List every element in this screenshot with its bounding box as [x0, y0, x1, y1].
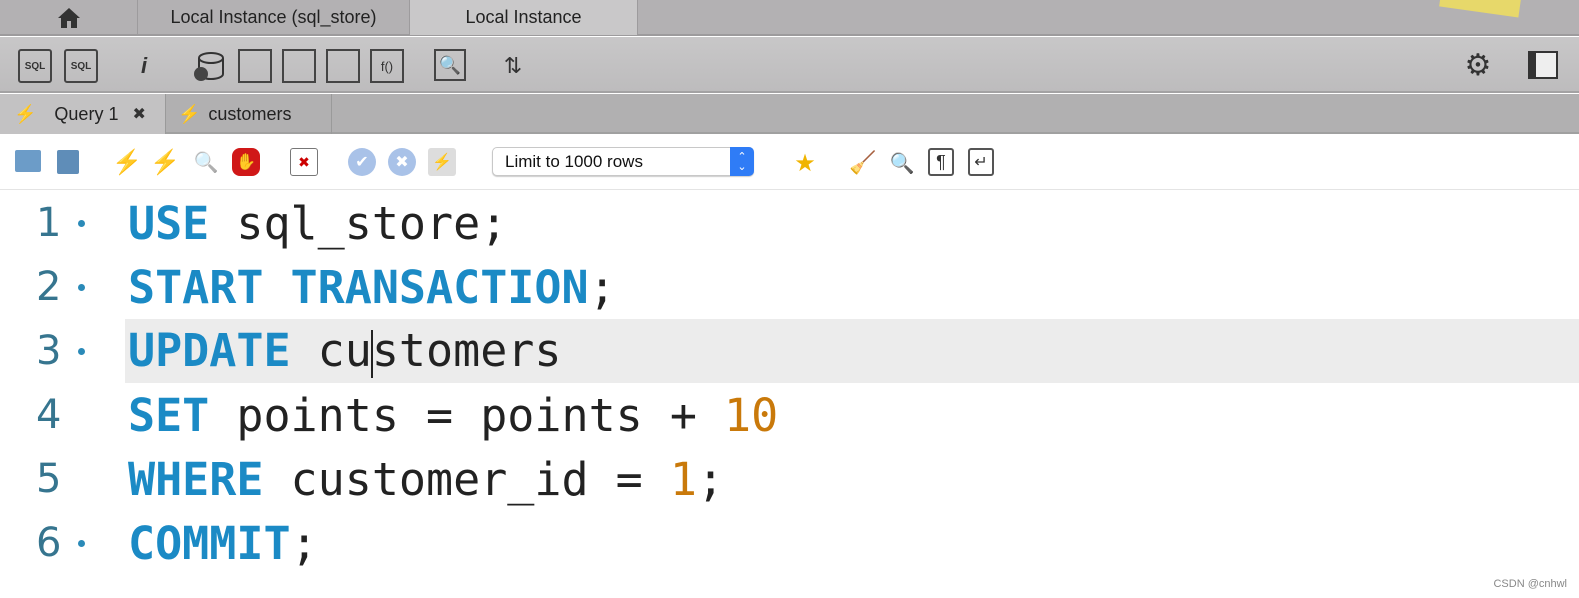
line-number: 5 [36, 456, 62, 502]
identifier: sql_store; [209, 196, 508, 250]
preferences-gear-icon[interactable]: ⚙ [1462, 49, 1494, 82]
keyword: SET [128, 388, 210, 442]
identifier: cu [290, 324, 372, 377]
explain-icon[interactable]: 🔍 [192, 148, 220, 176]
limit-rows-value: Limit to 1000 rows [505, 151, 643, 171]
lightning-icon: ⚡ [178, 103, 201, 124]
identifier: stomers [371, 324, 562, 377]
search-table-data-icon[interactable]: 🔍 [434, 49, 466, 81]
statement-dot [78, 219, 85, 227]
line-number: 4 [36, 392, 62, 438]
home-tab[interactable] [0, 0, 138, 35]
tab-label: customers [208, 103, 292, 124]
open-sql-file-icon[interactable]: SQL [64, 49, 98, 83]
punctuation: ; [696, 452, 725, 506]
identifier: points = points + [209, 388, 725, 442]
beautify-broom-icon[interactable]: 🧹 [848, 148, 878, 178]
open-folder-icon[interactable] [15, 150, 41, 172]
line-number: 1 [36, 200, 62, 246]
statement-dot [78, 539, 85, 547]
new-sql-tab-icon[interactable]: SQL [18, 49, 52, 83]
code-line: 3 UPDATE customers [0, 319, 1579, 383]
punctuation: ; [290, 516, 318, 570]
line-number: 2 [36, 264, 62, 310]
keyword: START TRANSACTION [128, 260, 589, 314]
keyword: WHERE [128, 452, 264, 506]
chevron-up-down-icon: ⌃ ⌄ [730, 147, 754, 176]
create-procedure-icon[interactable] [326, 49, 360, 83]
code-text: WHERE customer_id = 1; [128, 453, 724, 506]
execute-current-icon[interactable]: ⚡ [150, 148, 180, 176]
commit-icon[interactable]: ✔ [348, 148, 376, 176]
create-table-icon[interactable] [238, 49, 272, 83]
keyword: UPDATE [128, 324, 291, 377]
inspector-icon[interactable]: i [128, 49, 160, 83]
home-icon [57, 7, 80, 28]
code-line: 2 START TRANSACTION; [0, 255, 1579, 319]
lightning-icon: ⚡ [14, 103, 37, 124]
watermark: CSDN @cnhwl [1493, 578, 1567, 590]
tab-label: Query 1 [54, 103, 119, 124]
number-literal: 10 [724, 388, 779, 442]
execute-icon[interactable]: ⚡ [112, 148, 142, 176]
tab-customers[interactable]: ⚡ customers [166, 94, 332, 134]
sticker-overlay [1439, 0, 1521, 18]
reconnect-icon[interactable]: ⇅ [496, 49, 530, 83]
statement-dot [78, 347, 85, 355]
code-text: START TRANSACTION; [128, 261, 616, 314]
keyword: USE [128, 196, 210, 250]
code-text: USE sql_store; [128, 197, 507, 250]
statement-dot [78, 283, 85, 291]
line-number: 6 [36, 520, 62, 566]
invisible-chars-icon[interactable]: ¶ [928, 148, 954, 176]
tab-query-1[interactable]: ⚡ Query 1 ✖ [0, 94, 166, 134]
punctuation: ; [588, 260, 616, 314]
number-literal: 1 [669, 452, 697, 506]
create-schema-icon[interactable] [192, 49, 226, 83]
sql-editor[interactable]: 1 USE sql_store; 2 START TRANSACTION; 3 … [0, 191, 1579, 598]
line-number: 3 [36, 328, 62, 374]
word-wrap-icon[interactable]: ↵ [968, 148, 994, 176]
tab-local-instance-sql-store[interactable]: Local Instance (sql_store) [138, 0, 410, 35]
keyword: COMMIT [128, 516, 291, 570]
tab-local-instance[interactable]: Local Instance [410, 0, 638, 35]
query-tab-bar: ⚡ Query 1 ✖ ⚡ customers [0, 94, 1579, 134]
create-view-icon[interactable] [282, 49, 316, 83]
limit-rows-select[interactable]: Limit to 1000 rows ⌃ ⌄ [492, 147, 754, 176]
code-line: 4 SET points = points + 10 [0, 383, 1579, 447]
close-tab-icon[interactable]: ✖ [132, 104, 145, 124]
save-icon[interactable] [57, 150, 79, 174]
editor-toolbar: ⚡ ⚡ 🔍 ✋ ✖ ✔ ✖ ⚡ Limit to 1000 rows ⌃ ⌄ ★ … [0, 136, 1579, 190]
stop-icon[interactable]: ✋ [232, 148, 260, 176]
find-replace-icon[interactable]: 🔍 [888, 148, 916, 178]
code-text: COMMIT; [128, 517, 318, 570]
stop-on-error-icon[interactable]: ✖ [290, 148, 318, 176]
autocommit-icon[interactable]: ⚡ [428, 148, 456, 176]
code-line: 6 COMMIT; [0, 511, 1579, 575]
code-line: 5 WHERE customer_id = 1; [0, 447, 1579, 511]
window-tab-bar: Local Instance (sql_store) Local Instanc… [0, 0, 1579, 36]
toggle-sidebar-icon[interactable] [1528, 51, 1558, 79]
code-text: UPDATE customers [128, 324, 562, 378]
code-line: 1 USE sql_store; [0, 191, 1579, 255]
main-toolbar: SQL SQL i f() 🔍 ⇅ ⚙ [0, 37, 1579, 93]
identifier: customer_id = [263, 452, 670, 506]
rollback-icon[interactable]: ✖ [388, 148, 416, 176]
add-snippet-star-icon[interactable]: ★ [790, 148, 820, 178]
code-text: SET points = points + 10 [128, 389, 778, 442]
create-function-icon[interactable]: f() [370, 49, 404, 83]
